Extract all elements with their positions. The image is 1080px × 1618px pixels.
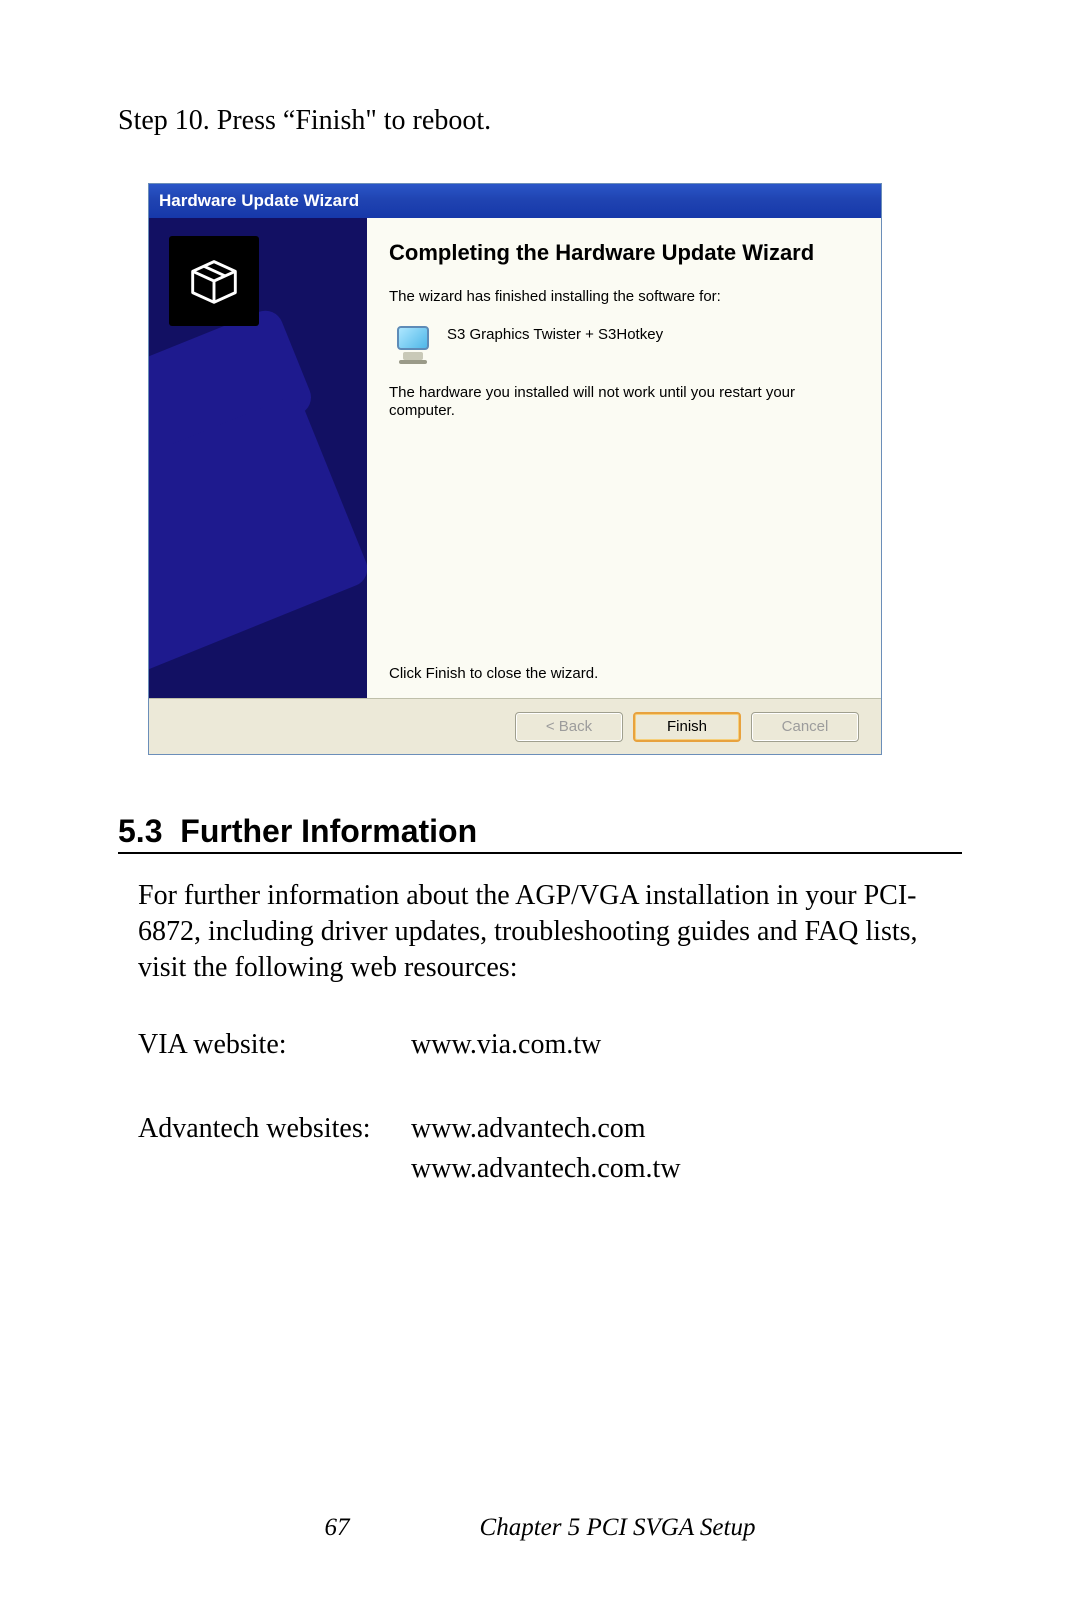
finish-button[interactable]: Finish [633, 712, 741, 742]
wizard-close-hint: Click Finish to close the wizard. [389, 665, 861, 682]
wizard-title: Hardware Update Wizard [159, 191, 359, 211]
wizard-restart-text: The hardware you installed will not work… [389, 384, 861, 420]
advantech-url-2: www.advantech.com.tw [411, 1153, 681, 1185]
device-name: S3 Graphics Twister + S3Hotkey [447, 324, 663, 343]
via-link-row: VIA website: www.via.com.tw [138, 1029, 962, 1069]
wizard-footer: < Back Finish Cancel [149, 698, 881, 754]
monitor-icon [393, 324, 435, 366]
section-title: Further Information [180, 813, 477, 849]
section-heading: 5.3 Further Information [118, 813, 962, 850]
wizard-titlebar: Hardware Update Wizard [149, 184, 881, 218]
body-paragraph: For further information about the AGP/VG… [138, 878, 962, 985]
via-url: www.via.com.tw [411, 1029, 601, 1061]
via-label: VIA website: [138, 1029, 411, 1069]
page-number: 67 [325, 1514, 350, 1542]
wizard-finished-text: The wizard has finished installing the s… [389, 288, 861, 306]
section-number: 5.3 [118, 813, 162, 849]
device-row: S3 Graphics Twister + S3Hotkey [393, 324, 861, 366]
page-footer: 67 Chapter 5 PCI SVGA Setup [0, 1514, 1080, 1542]
advantech-label: Advantech websites: [138, 1113, 411, 1193]
step-instruction: Step 10. Press “Finish" to reboot. [118, 105, 962, 137]
cancel-button[interactable]: Cancel [751, 712, 859, 742]
advantech-link-row: Advantech websites: www.advantech.com ww… [138, 1113, 962, 1193]
hardware-box-icon [169, 236, 259, 326]
wizard-heading: Completing the Hardware Update Wizard [389, 240, 861, 266]
back-button[interactable]: < Back [515, 712, 623, 742]
chapter-label: Chapter 5 PCI SVGA Setup [480, 1514, 756, 1542]
wizard-side-graphic [149, 218, 367, 698]
advantech-url-1: www.advantech.com [411, 1113, 681, 1145]
section-rule [118, 852, 962, 854]
wizard-dialog: Hardware Update Wizard [148, 183, 882, 755]
